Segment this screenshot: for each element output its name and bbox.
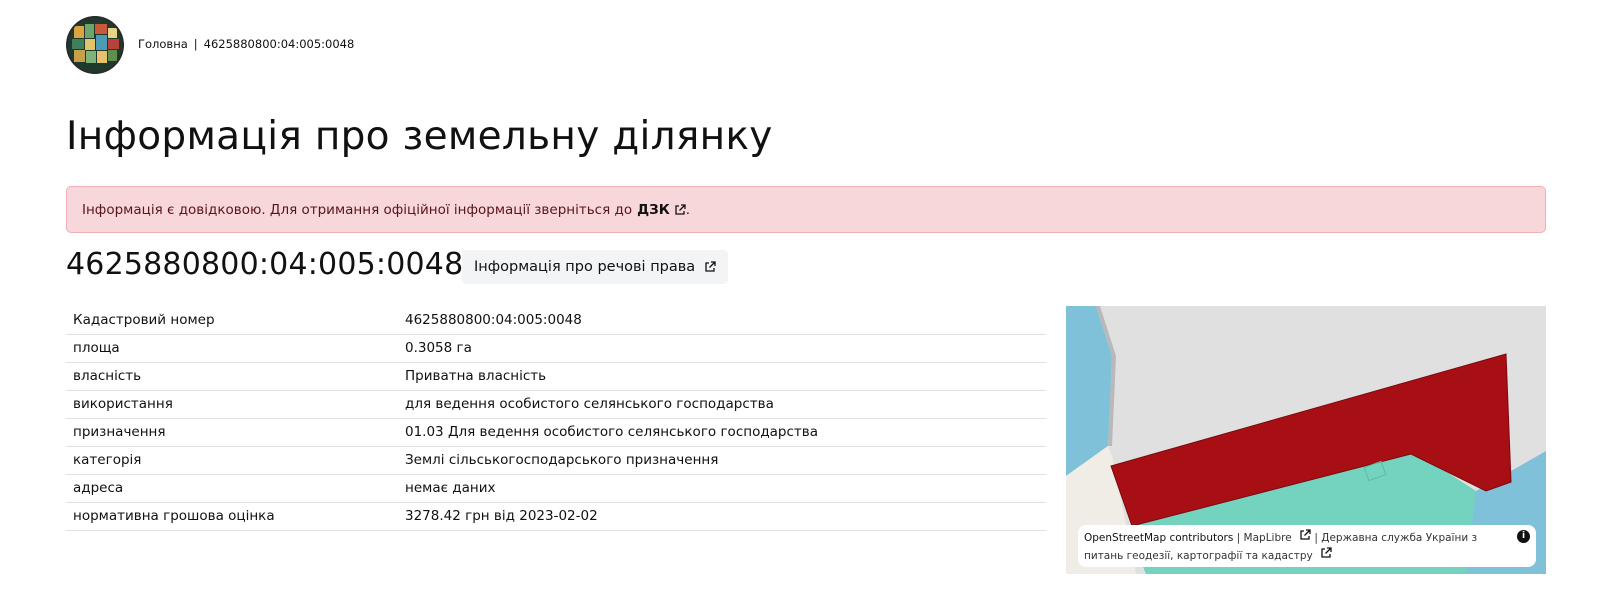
detail-key: площа	[66, 334, 398, 363]
table-row: категорія Землі сільськогосподарського п…	[66, 446, 1046, 475]
detail-value: для ведення особистого селянського госпо…	[398, 390, 1046, 419]
alert-text: Інформація є довідковою. Для отримання о…	[82, 201, 633, 218]
detail-key: нормативна грошова оцінка	[66, 502, 398, 531]
external-link-icon	[1321, 547, 1332, 558]
detail-value: 0.3058 га	[398, 334, 1046, 363]
detail-value: 4625880800:04:005:0048	[398, 306, 1046, 335]
detail-value: 01.03 Для ведення особистого селянського…	[398, 418, 1046, 447]
alert-tail: .	[685, 201, 691, 218]
table-row: призначення 01.03 Для ведення особистого…	[66, 418, 1046, 447]
detail-key: власність	[66, 362, 398, 391]
table-row: адреса немає даних	[66, 474, 1046, 503]
detail-key: використання	[66, 390, 398, 419]
attribution-separator: |	[1236, 532, 1241, 544]
property-rights-button-label: Інформація про речові права	[474, 259, 696, 275]
info-icon[interactable]: i	[1517, 530, 1530, 543]
breadcrumb-home-link[interactable]: Головна	[138, 37, 188, 51]
logo-emblem-icon	[66, 16, 124, 74]
attribution-separator: |	[1314, 532, 1318, 544]
osm-attribution[interactable]: OpenStreetMap contributors	[1084, 532, 1233, 544]
property-rights-button[interactable]: Інформація про речові права	[462, 250, 729, 284]
dzk-link[interactable]: ДЗК	[637, 202, 686, 218]
table-row: власність Приватна власність	[66, 362, 1046, 391]
dzk-link-label: ДЗК	[637, 201, 670, 218]
external-link-icon	[705, 261, 716, 272]
detail-value: 3278.42 грн від 2023-02-02	[398, 502, 1046, 531]
page-title: Інформація про земельну ділянку	[66, 114, 773, 159]
external-link-icon	[675, 203, 686, 215]
detail-value: Приватна власність	[398, 362, 1046, 391]
breadcrumb-separator: |	[193, 37, 198, 51]
breadcrumb-current: 4625880800:04:005:0048	[203, 37, 355, 51]
detail-value: немає даних	[398, 474, 1046, 503]
table-row: нормативна грошова оцінка 3278.42 грн ві…	[66, 502, 1046, 531]
logo[interactable]	[66, 16, 124, 74]
external-link-icon	[1300, 529, 1311, 540]
detail-key: категорія	[66, 446, 398, 475]
map-attribution: OpenStreetMap contributors | MapLibre | …	[1078, 525, 1536, 567]
cadastral-number-heading: 4625880800:04:005:0048	[66, 247, 464, 282]
detail-key: Кадастровий номер	[66, 306, 398, 335]
table-row: використання для ведення особистого селя…	[66, 390, 1046, 419]
detail-value: Землі сільськогосподарського призначення	[398, 446, 1046, 475]
detail-key: адреса	[66, 474, 398, 503]
detail-key: призначення	[66, 418, 398, 447]
parcel-details-table: Кадастровий номер 4625880800:04:005:0048…	[66, 306, 1046, 531]
maplibre-link[interactable]: MapLibre	[1244, 532, 1292, 544]
table-row: Кадастровий номер 4625880800:04:005:0048	[66, 306, 1046, 335]
breadcrumb: Головна | 4625880800:04:005:0048	[138, 37, 354, 51]
reference-info-alert: Інформація є довідковою. Для отримання о…	[66, 186, 1546, 233]
table-row: площа 0.3058 га	[66, 334, 1046, 363]
